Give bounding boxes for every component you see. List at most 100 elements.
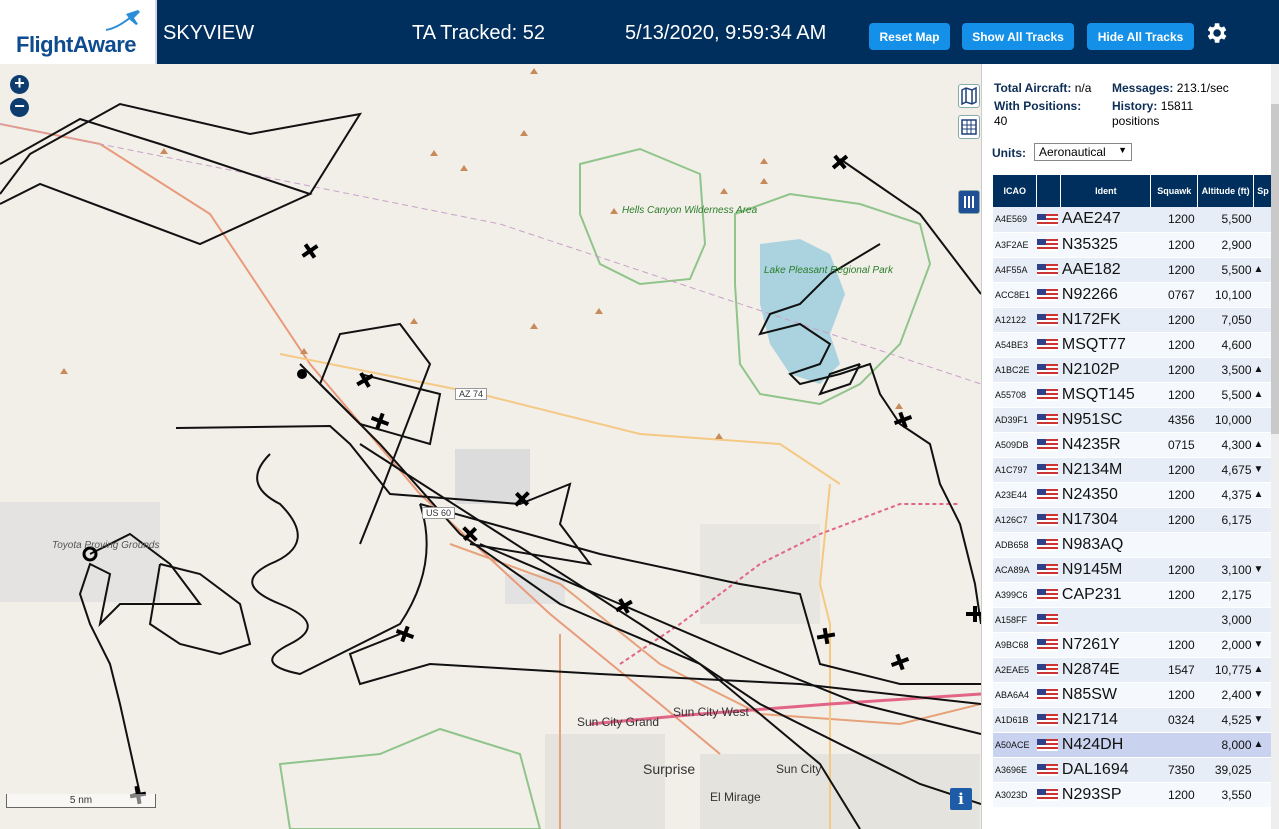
total-aircraft-stat: Total Aircraft: n/a <box>994 81 1091 95</box>
table-row[interactable]: A3023D N293SP 1200 3,550 <box>993 782 1273 808</box>
table-row[interactable]: A399C6 CAP231 1200 2,175 <box>993 582 1273 608</box>
us-flag-icon <box>1036 707 1061 733</box>
us-flag-icon <box>1036 482 1061 508</box>
table-row[interactable]: A4E569 AAE247 1200 5,500 <box>993 207 1273 233</box>
table-row[interactable]: A1D61B N21714 0324 4,525 ▼ <box>993 707 1273 733</box>
info-icon[interactable]: i <box>950 788 972 810</box>
show-all-tracks-button[interactable]: Show All Tracks <box>962 23 1074 50</box>
columns-toggle-icon[interactable] <box>958 190 980 214</box>
row-icao: A54BE3 <box>993 332 1037 358</box>
table-row[interactable]: A23E44 N24350 1200 4,375 ▲ <box>993 482 1273 508</box>
us-flag-icon <box>1036 557 1061 583</box>
us-flag-icon <box>1036 457 1061 483</box>
col-ident[interactable]: Ident <box>1060 175 1152 207</box>
table-row[interactable]: A126C7 N17304 1200 6,175 <box>993 507 1273 533</box>
row-trend-icon: ▲ <box>1253 482 1273 508</box>
col-icao[interactable]: ICAO <box>993 175 1038 207</box>
table-row[interactable]: A50ACE N424DH 8,000 ▲ <box>993 732 1273 758</box>
row-ident: N92266 <box>1060 282 1151 308</box>
panel-scrollbar[interactable] <box>1271 64 1279 829</box>
grid-icon[interactable] <box>958 115 980 139</box>
table-row[interactable]: A1C797 N2134M 1200 4,675 ▼ <box>993 457 1273 483</box>
us-flag-icon <box>1036 432 1061 458</box>
row-trend-icon <box>1253 582 1273 608</box>
row-icao: A158FF <box>993 607 1037 633</box>
row-squawk: 1200 <box>1150 632 1198 658</box>
row-ident: DAL1694 <box>1060 757 1151 783</box>
table-row[interactable]: A4F55A AAE182 1200 5,500 ▲ <box>993 257 1273 283</box>
row-ident: N4235R <box>1060 432 1151 458</box>
map-view[interactable]: + − Hells Canyon Wilderness Area Lake Pl… <box>0 64 981 829</box>
table-row[interactable]: ADB658 N983AQ <box>993 532 1273 558</box>
row-squawk: 7350 <box>1150 757 1198 783</box>
col-squawk[interactable]: Squawk <box>1150 175 1199 207</box>
table-row[interactable]: ABA6A4 N85SW 1200 2,400 ▼ <box>993 682 1273 708</box>
row-ident: N2102P <box>1060 357 1151 383</box>
table-row[interactable]: A9BC68 N7261Y 1200 2,000 ▼ <box>993 632 1273 658</box>
row-ident: CAP231 <box>1060 582 1151 608</box>
row-icao: A399C6 <box>993 582 1037 608</box>
row-icao: ACA89A <box>993 557 1037 583</box>
table-header-row: ICAO Ident Squawk Altitude (ft) Sp <box>993 175 1273 207</box>
total-aircraft-value: n/a <box>1074 81 1092 95</box>
col-speed[interactable]: Sp <box>1253 175 1273 207</box>
row-trend-icon <box>1253 282 1273 308</box>
table-row[interactable]: AD39F1 N951SC 4356 10,000 <box>993 407 1273 433</box>
table-row[interactable]: A55708 MSQT145 1200 5,500 ▲ <box>993 382 1273 408</box>
table-row[interactable]: A3696E DAL1694 7350 39,025 <box>993 757 1273 783</box>
table-row[interactable]: A2EAE5 N2874E 1547 10,775 ▲ <box>993 657 1273 683</box>
messages-value: 213.1/sec <box>1176 81 1229 95</box>
gear-icon[interactable] <box>1203 20 1229 46</box>
zoom-in-button[interactable]: + <box>10 74 29 94</box>
row-squawk: 1200 <box>1150 332 1198 358</box>
us-flag-icon <box>1036 407 1061 433</box>
chevron-down-icon: ▼ <box>1118 145 1127 155</box>
table-row[interactable]: A12122 N172FK 1200 7,050 <box>993 307 1273 333</box>
messages-label: Messages: <box>1112 81 1174 95</box>
row-trend-icon <box>1253 407 1273 433</box>
label-lake-pleasant: Lake Pleasant Regional Park <box>764 265 893 276</box>
row-trend-icon: ▲ <box>1253 382 1273 408</box>
scale-bar: 5 nm <box>6 794 156 808</box>
row-trend-icon: ▼ <box>1253 457 1273 483</box>
table-row[interactable]: ACA89A N9145M 1200 3,100 ▼ <box>993 557 1273 583</box>
row-altitude: 10,775 <box>1197 657 1254 683</box>
reset-map-button[interactable]: Reset Map <box>869 23 950 50</box>
col-altitude[interactable]: Altitude (ft) <box>1197 175 1255 207</box>
table-row[interactable]: A3F2AE N35325 1200 2,900 <box>993 232 1273 258</box>
zoom-out-button[interactable]: − <box>10 97 29 117</box>
row-squawk: 1200 <box>1150 582 1198 608</box>
row-altitude: 6,175 <box>1197 507 1254 533</box>
hide-all-tracks-button[interactable]: Hide All Tracks <box>1087 23 1194 50</box>
us-flag-icon <box>1036 682 1061 708</box>
map-layers-icon[interactable] <box>958 84 980 108</box>
units-select[interactable]: Aeronautical ▼ <box>1034 143 1132 161</box>
row-icao: A3696E <box>993 757 1037 783</box>
table-row[interactable]: A54BE3 MSQT77 1200 4,600 <box>993 332 1273 358</box>
row-altitude: 4,300 <box>1197 432 1254 458</box>
row-ident: N21714 <box>1060 707 1151 733</box>
table-row[interactable]: A1BC2E N2102P 1200 3,500 ▲ <box>993 357 1273 383</box>
row-icao: ABA6A4 <box>993 682 1037 708</box>
row-squawk: 1200 <box>1150 782 1198 808</box>
label-el-mirage: El Mirage <box>710 790 761 804</box>
row-ident: N7261Y <box>1060 632 1151 658</box>
row-trend-icon <box>1253 757 1273 783</box>
table-row[interactable]: A158FF 3,000 <box>993 607 1273 633</box>
row-squawk: 1200 <box>1150 307 1198 333</box>
table-row[interactable]: A509DB N4235R 0715 4,300 ▲ <box>993 432 1273 458</box>
us-flag-icon <box>1036 607 1061 633</box>
map-canvas[interactable] <box>0 64 981 829</box>
col-flag[interactable] <box>1036 175 1062 207</box>
scrollbar-thumb[interactable] <box>1271 104 1279 434</box>
us-flag-icon <box>1036 657 1061 683</box>
us-flag-icon <box>1036 632 1061 658</box>
row-icao: A23E44 <box>993 482 1037 508</box>
table-row[interactable]: ACC8E1 N92266 0767 10,100 <box>993 282 1273 308</box>
us-flag-icon <box>1036 507 1061 533</box>
row-trend-icon: ▼ <box>1253 632 1273 658</box>
row-altitude: 5,500 <box>1197 207 1254 233</box>
flightaware-logo[interactable]: FlightAware <box>0 0 157 64</box>
row-altitude: 4,525 <box>1197 707 1254 733</box>
row-squawk <box>1150 732 1198 758</box>
